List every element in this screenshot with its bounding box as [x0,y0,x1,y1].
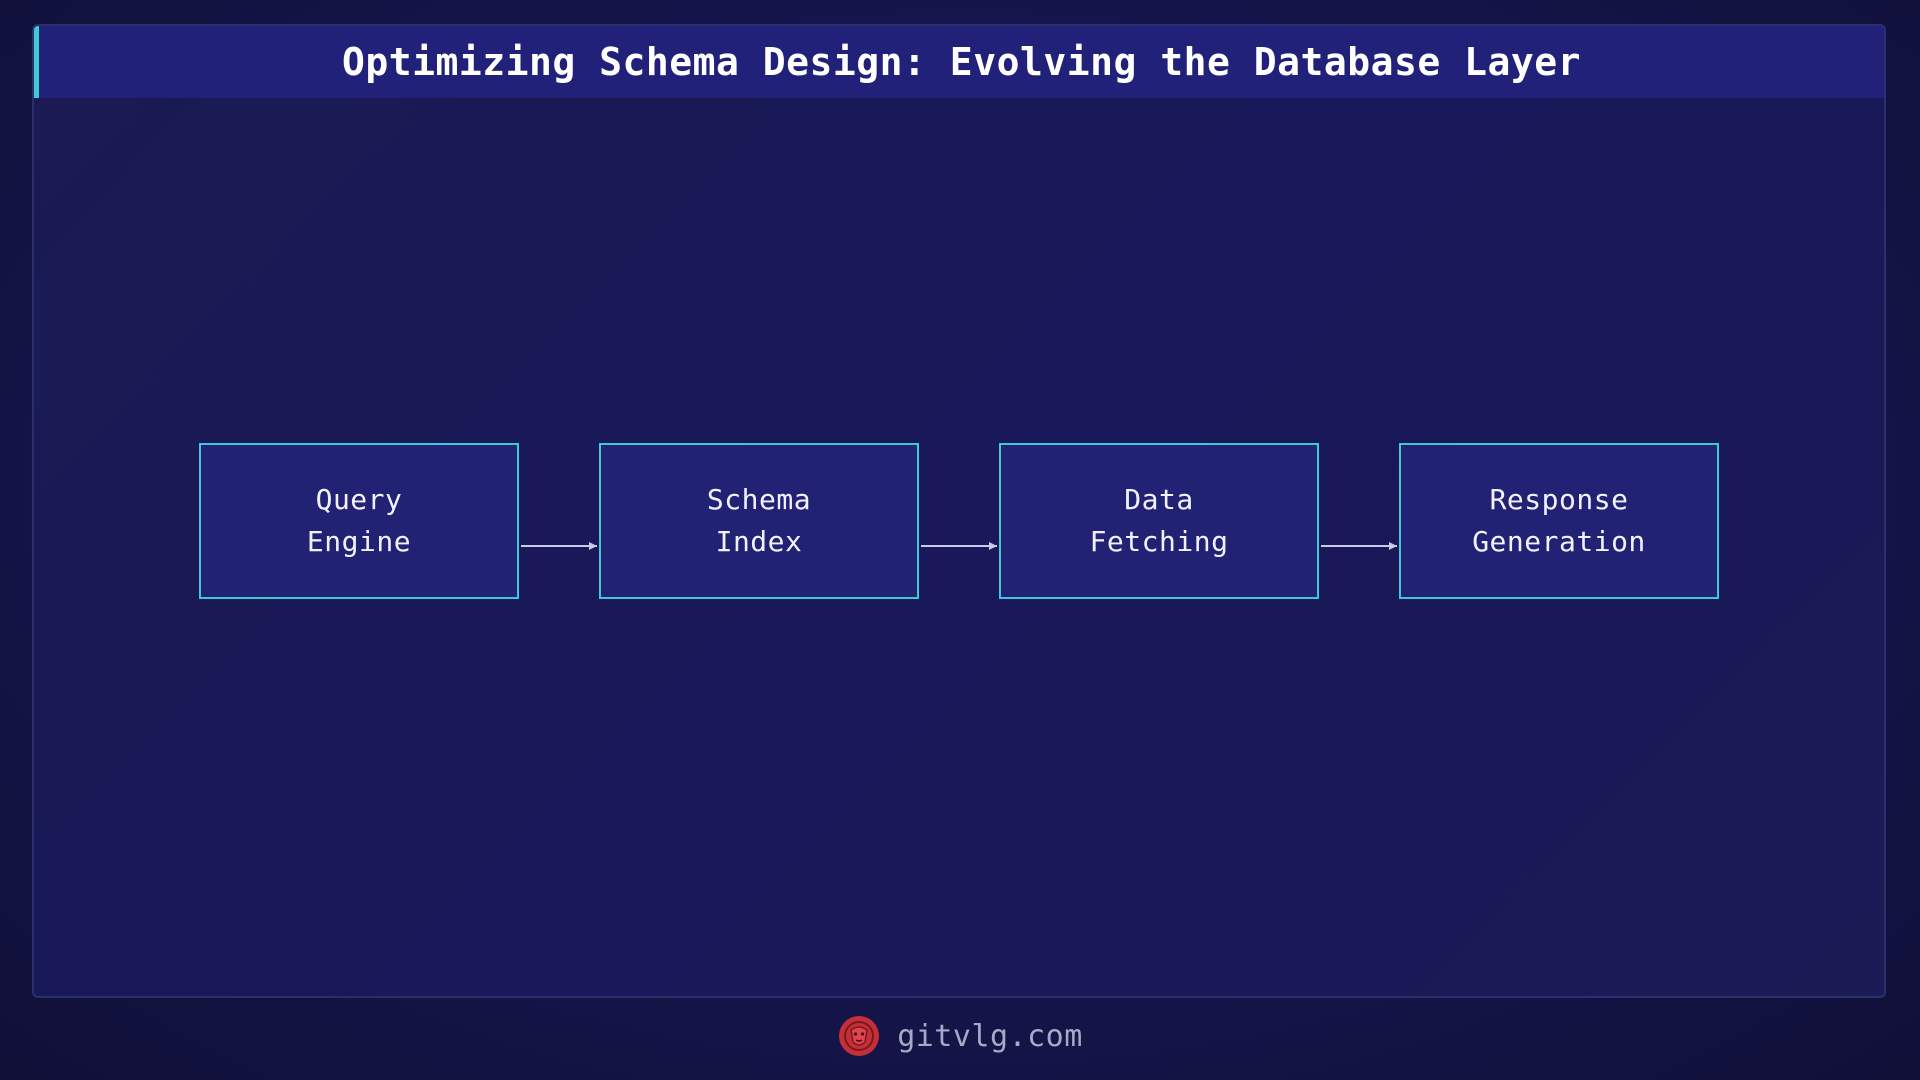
flow-diagram: Query Engine Schema Index Data Fetching … [0,0,1920,1080]
flow-connectors [521,542,1397,550]
footer-site-link[interactable]: gitvlg.com [897,1019,1083,1054]
lion-head-icon [839,1016,880,1056]
slide-page: Optimizing Schema Design: Evolving the D… [0,0,1920,1080]
footer: gitvlg.com [0,1010,1920,1062]
